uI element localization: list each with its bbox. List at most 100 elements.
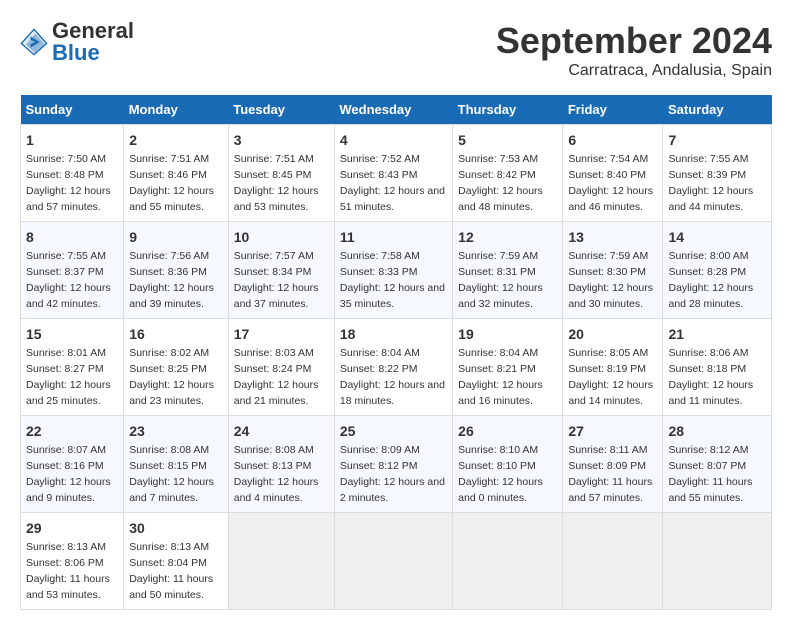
calendar-day-cell: 14 Sunrise: 8:00 AM Sunset: 8:28 PM Dayl… <box>663 222 772 319</box>
daylight-text: Daylight: 12 hours and 0 minutes. <box>458 476 543 504</box>
day-number: 27 <box>568 421 657 441</box>
day-number: 13 <box>568 227 657 247</box>
daylight-text: Daylight: 12 hours and 48 minutes. <box>458 185 543 213</box>
calendar-day-cell: 23 Sunrise: 8:08 AM Sunset: 8:15 PM Dayl… <box>124 416 229 513</box>
sunrise-text: Sunrise: 8:04 AM <box>340 347 420 359</box>
calendar-week-row: 29 Sunrise: 8:13 AM Sunset: 8:06 PM Dayl… <box>21 513 772 610</box>
sunset-text: Sunset: 8:30 PM <box>568 266 646 278</box>
day-number: 2 <box>129 130 223 150</box>
day-number: 11 <box>340 227 447 247</box>
calendar-week-row: 15 Sunrise: 8:01 AM Sunset: 8:27 PM Dayl… <box>21 319 772 416</box>
sunrise-text: Sunrise: 7:57 AM <box>234 250 314 262</box>
calendar-day-cell: 28 Sunrise: 8:12 AM Sunset: 8:07 PM Dayl… <box>663 416 772 513</box>
day-number: 22 <box>26 421 118 441</box>
daylight-text: Daylight: 12 hours and 16 minutes. <box>458 379 543 407</box>
day-number: 12 <box>458 227 557 247</box>
calendar-day-cell: 1 Sunrise: 7:50 AM Sunset: 8:48 PM Dayli… <box>21 125 124 222</box>
calendar-day-cell: 11 Sunrise: 7:58 AM Sunset: 8:33 PM Dayl… <box>334 222 452 319</box>
page-header: General Blue September 2024 Carratraca, … <box>20 20 772 80</box>
daylight-text: Daylight: 12 hours and 9 minutes. <box>26 476 111 504</box>
sunrise-text: Sunrise: 8:01 AM <box>26 347 106 359</box>
day-number: 18 <box>340 324 447 344</box>
calendar-day-cell: 6 Sunrise: 7:54 AM Sunset: 8:40 PM Dayli… <box>563 125 663 222</box>
calendar-day-cell <box>663 513 772 610</box>
calendar-day-cell: 26 Sunrise: 8:10 AM Sunset: 8:10 PM Dayl… <box>453 416 563 513</box>
sunrise-text: Sunrise: 8:10 AM <box>458 444 538 456</box>
calendar-day-cell: 4 Sunrise: 7:52 AM Sunset: 8:43 PM Dayli… <box>334 125 452 222</box>
sunset-text: Sunset: 8:04 PM <box>129 557 207 569</box>
calendar-day-cell: 12 Sunrise: 7:59 AM Sunset: 8:31 PM Dayl… <box>453 222 563 319</box>
sunset-text: Sunset: 8:24 PM <box>234 363 312 375</box>
sunset-text: Sunset: 8:45 PM <box>234 169 312 181</box>
calendar-day-cell: 13 Sunrise: 7:59 AM Sunset: 8:30 PM Dayl… <box>563 222 663 319</box>
calendar-table: SundayMondayTuesdayWednesdayThursdayFrid… <box>20 95 772 610</box>
calendar-day-cell: 22 Sunrise: 8:07 AM Sunset: 8:16 PM Dayl… <box>21 416 124 513</box>
daylight-text: Daylight: 12 hours and 57 minutes. <box>26 185 111 213</box>
sunrise-text: Sunrise: 8:00 AM <box>668 250 748 262</box>
sunrise-text: Sunrise: 8:07 AM <box>26 444 106 456</box>
daylight-text: Daylight: 12 hours and 23 minutes. <box>129 379 214 407</box>
sunset-text: Sunset: 8:43 PM <box>340 169 418 181</box>
sunrise-text: Sunrise: 8:03 AM <box>234 347 314 359</box>
calendar-day-cell: 8 Sunrise: 7:55 AM Sunset: 8:37 PM Dayli… <box>21 222 124 319</box>
day-number: 6 <box>568 130 657 150</box>
calendar-day-cell: 27 Sunrise: 8:11 AM Sunset: 8:09 PM Dayl… <box>563 416 663 513</box>
calendar-day-cell: 5 Sunrise: 7:53 AM Sunset: 8:42 PM Dayli… <box>453 125 563 222</box>
calendar-day-cell: 25 Sunrise: 8:09 AM Sunset: 8:12 PM Dayl… <box>334 416 452 513</box>
sunset-text: Sunset: 8:19 PM <box>568 363 646 375</box>
daylight-text: Daylight: 11 hours and 53 minutes. <box>26 573 110 601</box>
sunrise-text: Sunrise: 8:11 AM <box>568 444 647 456</box>
day-number: 25 <box>340 421 447 441</box>
calendar-day-cell: 20 Sunrise: 8:05 AM Sunset: 8:19 PM Dayl… <box>563 319 663 416</box>
daylight-text: Daylight: 12 hours and 37 minutes. <box>234 282 319 310</box>
daylight-text: Daylight: 12 hours and 14 minutes. <box>568 379 653 407</box>
sunset-text: Sunset: 8:16 PM <box>26 460 104 472</box>
day-number: 7 <box>668 130 766 150</box>
day-number: 24 <box>234 421 329 441</box>
day-number: 20 <box>568 324 657 344</box>
title-block: September 2024 Carratraca, Andalusia, Sp… <box>496 20 772 80</box>
daylight-text: Daylight: 11 hours and 55 minutes. <box>668 476 752 504</box>
daylight-text: Daylight: 12 hours and 7 minutes. <box>129 476 214 504</box>
sunset-text: Sunset: 8:15 PM <box>129 460 207 472</box>
calendar-week-row: 1 Sunrise: 7:50 AM Sunset: 8:48 PM Dayli… <box>21 125 772 222</box>
calendar-day-cell: 29 Sunrise: 8:13 AM Sunset: 8:06 PM Dayl… <box>21 513 124 610</box>
sunrise-text: Sunrise: 8:08 AM <box>129 444 209 456</box>
daylight-text: Daylight: 12 hours and 30 minutes. <box>568 282 653 310</box>
daylight-text: Daylight: 12 hours and 35 minutes. <box>340 282 445 310</box>
sunrise-text: Sunrise: 7:59 AM <box>458 250 538 262</box>
calendar-day-cell: 3 Sunrise: 7:51 AM Sunset: 8:45 PM Dayli… <box>228 125 334 222</box>
calendar-day-cell: 2 Sunrise: 7:51 AM Sunset: 8:46 PM Dayli… <box>124 125 229 222</box>
sunrise-text: Sunrise: 8:05 AM <box>568 347 648 359</box>
day-number: 8 <box>26 227 118 247</box>
day-number: 19 <box>458 324 557 344</box>
sunset-text: Sunset: 8:22 PM <box>340 363 418 375</box>
sunrise-text: Sunrise: 7:50 AM <box>26 153 106 165</box>
day-number: 15 <box>26 324 118 344</box>
daylight-text: Daylight: 12 hours and 46 minutes. <box>568 185 653 213</box>
day-number: 28 <box>668 421 766 441</box>
calendar-day-cell: 15 Sunrise: 8:01 AM Sunset: 8:27 PM Dayl… <box>21 319 124 416</box>
sunrise-text: Sunrise: 8:06 AM <box>668 347 748 359</box>
sunrise-text: Sunrise: 7:56 AM <box>129 250 209 262</box>
sunset-text: Sunset: 8:28 PM <box>668 266 746 278</box>
day-number: 16 <box>129 324 223 344</box>
calendar-day-cell: 10 Sunrise: 7:57 AM Sunset: 8:34 PM Dayl… <box>228 222 334 319</box>
day-number: 17 <box>234 324 329 344</box>
calendar-day-cell: 24 Sunrise: 8:08 AM Sunset: 8:13 PM Dayl… <box>228 416 334 513</box>
sunset-text: Sunset: 8:12 PM <box>340 460 418 472</box>
sunrise-text: Sunrise: 7:55 AM <box>668 153 748 165</box>
day-of-week-header: Friday <box>563 95 663 125</box>
day-of-week-header: Thursday <box>453 95 563 125</box>
sunset-text: Sunset: 8:39 PM <box>668 169 746 181</box>
location-subtitle: Carratraca, Andalusia, Spain <box>496 62 772 80</box>
daylight-text: Daylight: 12 hours and 21 minutes. <box>234 379 319 407</box>
day-number: 10 <box>234 227 329 247</box>
calendar-day-cell: 7 Sunrise: 7:55 AM Sunset: 8:39 PM Dayli… <box>663 125 772 222</box>
day-of-week-header: Saturday <box>663 95 772 125</box>
day-of-week-header: Tuesday <box>228 95 334 125</box>
calendar-day-cell: 17 Sunrise: 8:03 AM Sunset: 8:24 PM Dayl… <box>228 319 334 416</box>
sunset-text: Sunset: 8:34 PM <box>234 266 312 278</box>
daylight-text: Daylight: 12 hours and 44 minutes. <box>668 185 753 213</box>
calendar-week-row: 8 Sunrise: 7:55 AM Sunset: 8:37 PM Dayli… <box>21 222 772 319</box>
